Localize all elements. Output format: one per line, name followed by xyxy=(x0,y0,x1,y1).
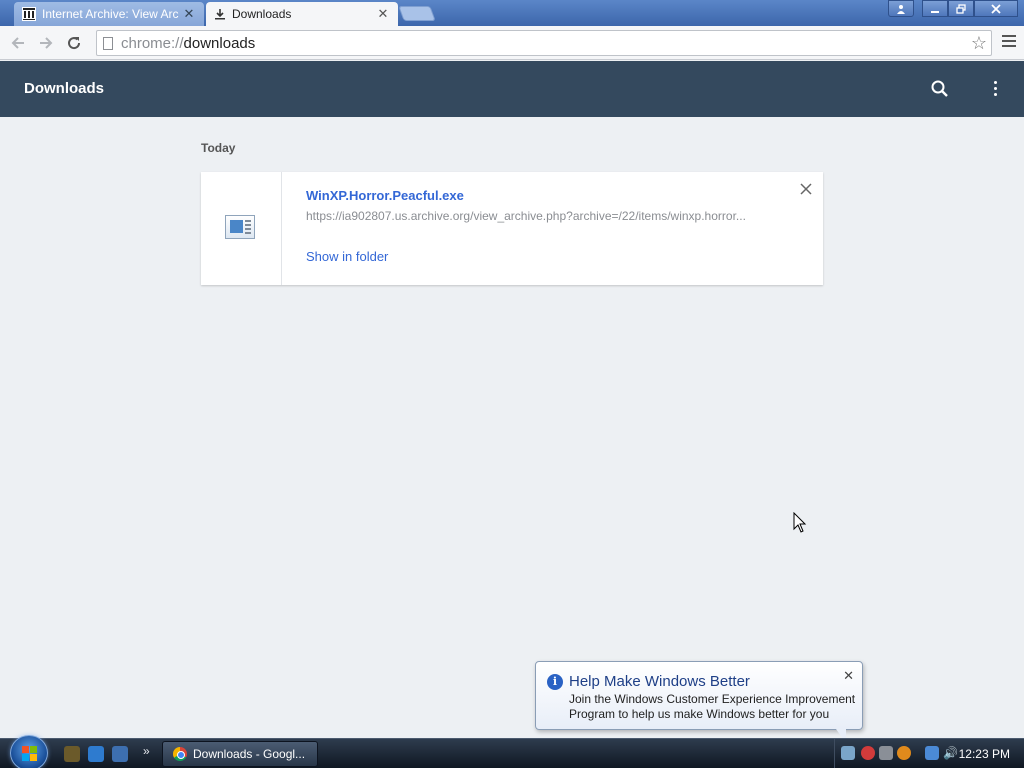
downloads-header: Downloads xyxy=(0,61,1024,117)
date-section-label: Today xyxy=(201,141,236,155)
new-tab-button[interactable] xyxy=(398,6,436,21)
chevron-right-icon[interactable]: » xyxy=(143,744,150,758)
windows-taskbar: » Downloads - Googl... 🔊 12:23 PM xyxy=(0,735,1024,768)
minimize-icon[interactable] xyxy=(922,0,948,17)
address-url: chrome://downloads xyxy=(121,34,256,52)
more-vert-icon[interactable] xyxy=(994,81,1000,99)
tray-app-icon[interactable] xyxy=(879,746,893,760)
page-icon xyxy=(103,36,113,50)
quicklaunch-desktop-icon[interactable] xyxy=(112,746,128,762)
quicklaunch-app-icon[interactable] xyxy=(64,746,80,762)
show-in-folder-link[interactable]: Show in folder xyxy=(306,249,388,264)
executable-file-icon xyxy=(225,215,255,239)
star-icon[interactable]: ☆ xyxy=(971,33,987,54)
archive-favicon-icon xyxy=(22,7,36,21)
download-source-url[interactable]: https://ia902807.us.archive.org/view_arc… xyxy=(306,209,776,223)
close-icon[interactable]: ✕ xyxy=(843,668,854,684)
close-icon[interactable] xyxy=(974,0,1018,17)
tab-internet-archive[interactable]: Internet Archive: View Arc ✕ xyxy=(14,2,204,26)
person-icon[interactable] xyxy=(888,0,914,17)
download-file-link[interactable]: WinXP.Horror.Peacful.exe xyxy=(306,188,464,203)
taskbar-button-label: Downloads - Googl... xyxy=(193,747,306,761)
notification-title: Help Make Windows Better xyxy=(569,673,750,690)
download-icon xyxy=(215,9,225,20)
taskbar-chrome-button[interactable]: Downloads - Googl... xyxy=(162,741,318,767)
menu-icon[interactable] xyxy=(1002,35,1016,50)
chrome-icon xyxy=(173,747,187,761)
restore-icon[interactable] xyxy=(948,0,974,17)
windows-notification-balloon[interactable]: i Help Make Windows Better Join the Wind… xyxy=(535,661,863,743)
page-title: Downloads xyxy=(24,80,105,97)
info-icon: i xyxy=(547,674,563,690)
notification-body: Join the Windows Customer Experience Imp… xyxy=(569,692,856,721)
search-icon[interactable] xyxy=(897,746,911,760)
forward-arrow-icon[interactable] xyxy=(32,29,60,57)
tab-downloads[interactable]: Downloads ✕ xyxy=(206,2,398,26)
security-alert-icon[interactable] xyxy=(861,746,875,760)
window-titlebar: Internet Archive: View Arc ✕ Downloads ✕ xyxy=(0,0,1024,26)
browser-toolbar: chrome://downloads ☆ xyxy=(0,26,1024,60)
volume-icon[interactable]: 🔊 xyxy=(943,746,958,760)
network-icon[interactable] xyxy=(841,746,855,760)
windows-logo-icon xyxy=(22,746,29,753)
download-item: WinXP.Horror.Peacful.exe https://ia90280… xyxy=(201,172,823,285)
tab-title: Internet Archive: View Arc xyxy=(42,7,179,21)
mouse-cursor-icon xyxy=(793,512,807,533)
file-icon-column xyxy=(201,172,282,285)
reload-icon[interactable] xyxy=(60,29,88,57)
address-bar[interactable]: chrome://downloads ☆ xyxy=(96,30,992,56)
display-icon[interactable] xyxy=(925,746,939,760)
remove-download-icon[interactable] xyxy=(799,182,813,196)
tab-close-icon[interactable]: ✕ xyxy=(182,6,196,22)
back-arrow-icon[interactable] xyxy=(4,29,32,57)
start-button[interactable] xyxy=(10,735,48,768)
system-tray: 🔊 12:23 PM xyxy=(834,739,1024,768)
tab-title: Downloads xyxy=(232,7,292,21)
search-icon[interactable] xyxy=(930,79,950,99)
quicklaunch-browser-icon[interactable] xyxy=(88,746,104,762)
tab-close-icon[interactable]: ✕ xyxy=(376,6,390,22)
clock[interactable]: 12:23 PM xyxy=(959,747,1010,761)
